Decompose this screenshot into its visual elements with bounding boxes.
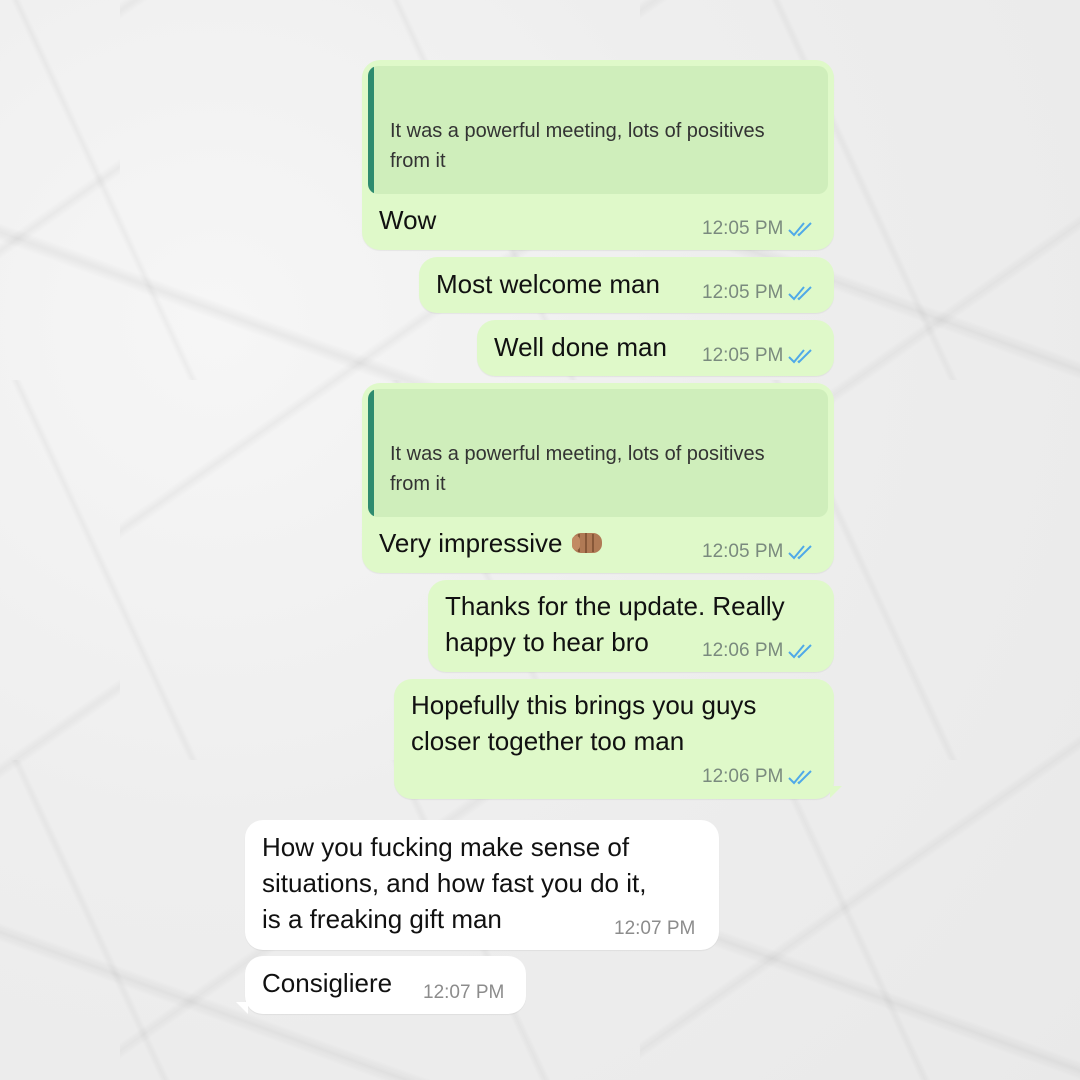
- quote-accent-bar: [368, 66, 374, 194]
- quote-accent-bar: [368, 389, 374, 517]
- outgoing-message[interactable]: Hopefully this brings you guys closer to…: [394, 679, 834, 799]
- message-time: 12:05 PM: [702, 345, 784, 366]
- bubble-tail: [830, 786, 842, 798]
- message-time: 12:06 PM: [702, 766, 784, 787]
- message-text: Wow: [379, 205, 437, 235]
- outgoing-message[interactable]: It was a powerful meeting, lots of posit…: [362, 383, 834, 573]
- incoming-message[interactable]: Consigliere 12:07 PM: [245, 956, 526, 1014]
- double-check-icon: [788, 545, 813, 560]
- message-meta: 12:07 PM: [614, 918, 695, 940]
- message-text: Most welcome man: [436, 269, 660, 299]
- oncoming-fist-emoji-icon: [571, 533, 602, 553]
- message-time: 12:06 PM: [702, 640, 784, 661]
- message-meta: 12:05 PM: [702, 541, 815, 563]
- message-meta: 12:05 PM: [702, 345, 815, 367]
- message-text: Hopefully this brings you guys closer to…: [411, 690, 757, 756]
- message-meta: 12:06 PM: [702, 766, 815, 788]
- double-check-icon: [788, 349, 813, 364]
- outgoing-message[interactable]: Well done man 12:05 PM: [477, 320, 834, 376]
- message-time: 12:05 PM: [702, 541, 784, 562]
- double-check-icon: [788, 286, 813, 301]
- message-text: How you fucking make sense of situations…: [262, 832, 647, 934]
- quoted-reply[interactable]: It was a powerful meeting, lots of posit…: [368, 389, 828, 517]
- quoted-reply[interactable]: It was a powerful meeting, lots of posit…: [368, 66, 828, 194]
- message-text: Well done man: [494, 332, 667, 362]
- message-meta: 12:05 PM: [702, 282, 815, 304]
- outgoing-message[interactable]: Thanks for the update. Really happy to h…: [428, 580, 834, 672]
- message-meta: 12:06 PM: [702, 640, 815, 662]
- quoted-text: It was a powerful meeting, lots of posit…: [390, 443, 765, 495]
- message-time: 12:07 PM: [614, 918, 696, 939]
- message-time: 12:07 PM: [423, 982, 505, 1003]
- message-text: Very impressive: [379, 528, 570, 558]
- quoted-text: It was a powerful meeting, lots of posit…: [390, 120, 765, 172]
- message-time: 12:05 PM: [702, 282, 784, 303]
- outgoing-message[interactable]: It was a powerful meeting, lots of posit…: [362, 60, 834, 250]
- message-meta: 12:07 PM: [423, 982, 504, 1004]
- double-check-icon: [788, 644, 813, 659]
- message-text-row: Very impressive: [379, 525, 604, 561]
- double-check-icon: [788, 770, 813, 785]
- bubble-tail: [236, 1002, 248, 1014]
- outgoing-message[interactable]: Most welcome man 12:05 PM: [419, 257, 834, 313]
- message-time: 12:05 PM: [702, 218, 784, 239]
- message-text: Consigliere: [262, 968, 393, 998]
- double-check-icon: [788, 222, 813, 237]
- incoming-message[interactable]: How you fucking make sense of situations…: [245, 820, 719, 950]
- message-meta: 12:05 PM: [702, 218, 815, 240]
